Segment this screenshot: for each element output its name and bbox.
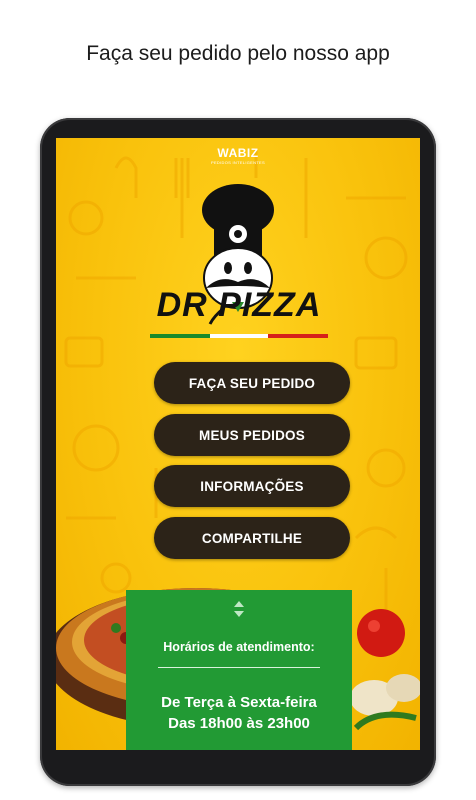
opening-days: De Terça à Sexta-feira xyxy=(161,694,317,711)
hours-divider xyxy=(158,667,320,668)
dr-pizza-logo: DR PIZZA xyxy=(156,286,322,324)
order-button[interactable]: FAÇA SEU PEDIDO xyxy=(154,362,350,404)
tablet-frame: WABIZ PEDIDOS INTELIGENTES DR PIZZA FAÇA… xyxy=(40,118,436,786)
up-down-arrows-icon[interactable] xyxy=(126,598,352,620)
logo-color-stripe xyxy=(150,334,328,338)
opening-hours-card: Horários de atendimento: De Terça à Sext… xyxy=(126,590,352,750)
information-button[interactable]: INFORMAÇÕES xyxy=(154,465,350,507)
chef-mascot-icon xyxy=(202,184,274,325)
wabiz-tagline: PEDIDOS INTELIGENTES xyxy=(210,160,265,165)
wabiz-brand: WABIZ PEDIDOS INTELIGENTES xyxy=(56,146,420,165)
my-orders-button[interactable]: MEUS PEDIDOS xyxy=(154,414,350,456)
promo-headline: Faça seu pedido pelo nosso app xyxy=(86,42,390,65)
opening-time: Das 18h00 às 23h00 xyxy=(168,715,310,732)
opening-hours-title: Horários de atendimento: xyxy=(163,640,315,654)
app-screen: WABIZ PEDIDOS INTELIGENTES DR PIZZA FAÇA… xyxy=(56,138,420,750)
wabiz-logo-text: WABIZ xyxy=(217,146,259,160)
